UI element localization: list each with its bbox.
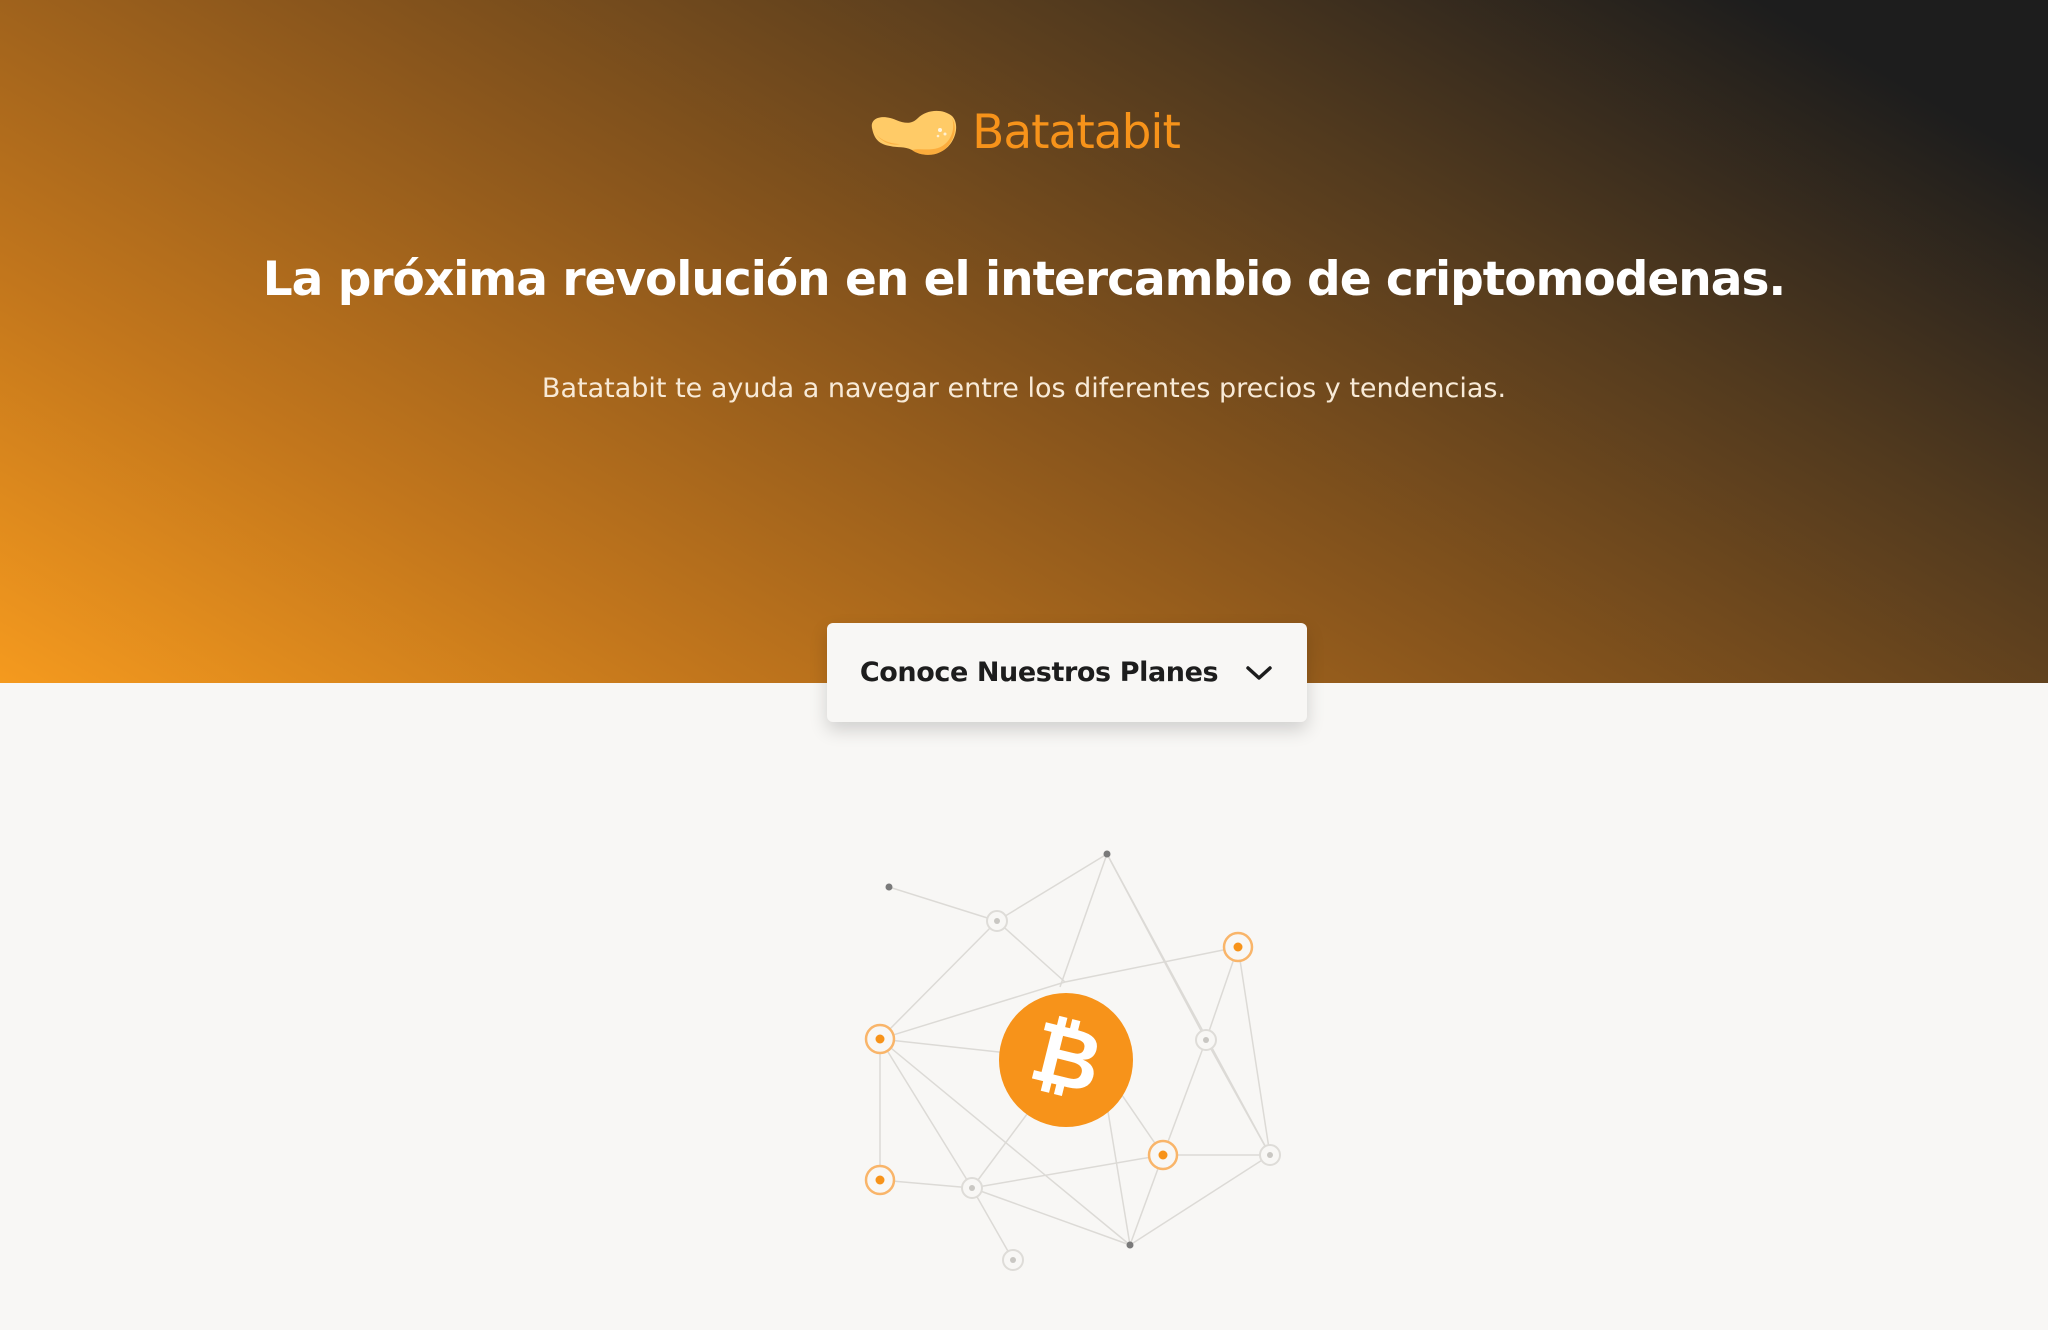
network-node-active	[864, 1023, 896, 1055]
network-node-active	[864, 1164, 896, 1196]
brand-name: Batatabit	[972, 104, 1181, 160]
hero-subheadline: Batatabit te ayuda a navegar entre los d…	[541, 373, 1507, 404]
network-node	[1103, 850, 1111, 858]
network-node-muted	[1259, 1144, 1281, 1166]
network-node-muted	[1195, 1029, 1217, 1051]
network-node-active	[1147, 1139, 1179, 1171]
batatabit-potato-logo-icon	[871, 110, 957, 155]
bitcoin-network-illustration: ₿	[864, 850, 1281, 1271]
landing-page: Batatabit La próxima revolución en el in…	[0, 0, 2048, 1330]
bitcoin-icon: ₿	[999, 993, 1133, 1127]
network-node-muted	[1002, 1249, 1024, 1271]
network-node-active	[1222, 931, 1254, 963]
plans-button-label: Conoce Nuestros Planes	[859, 657, 1219, 688]
network-node-muted	[961, 1177, 983, 1199]
network-node	[1126, 1241, 1134, 1249]
hero-headline: La próxima revolución en el intercambio …	[262, 252, 1787, 307]
hero-section: Batatabit La próxima revolución en el in…	[0, 0, 2048, 683]
brand-logo[interactable]: Batatabit	[0, 104, 2048, 160]
network-node	[885, 883, 893, 891]
plans-button[interactable]: Conoce Nuestros Planes	[827, 623, 1307, 722]
chevron-down-icon	[1246, 665, 1272, 680]
network-node-muted	[986, 910, 1008, 932]
